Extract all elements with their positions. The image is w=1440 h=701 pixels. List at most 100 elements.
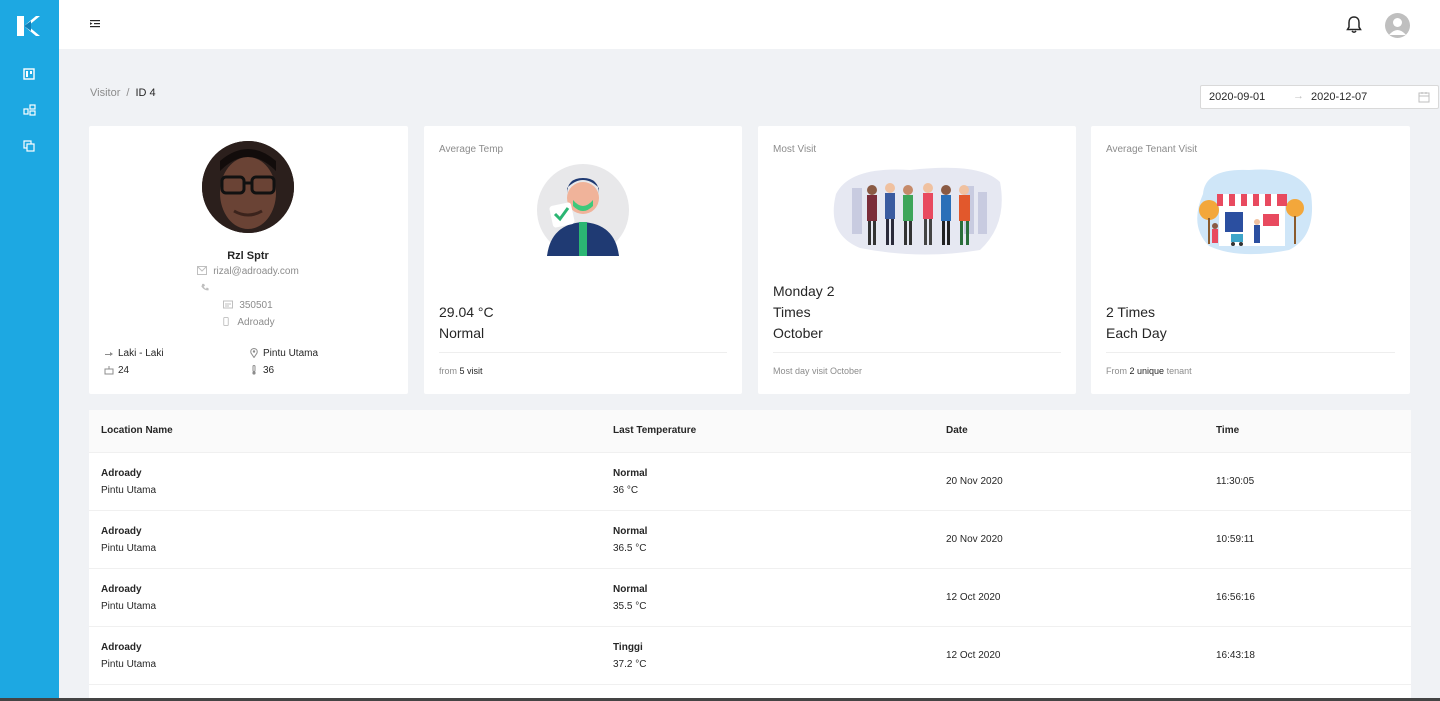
app-logo[interactable] <box>14 14 42 38</box>
profile-age: 24 <box>104 365 129 376</box>
breadcrumb-separator: / <box>126 87 130 99</box>
profile-company-line: Adroady <box>89 317 407 328</box>
row-date: 20 Nov 2020 <box>946 534 1003 545</box>
card-divider <box>1106 352 1395 353</box>
profile-name: Rzl Sptr <box>227 250 269 262</box>
most-visit-card: Most Visit Monday 2 Times October Most d… <box>758 126 1076 394</box>
average-temp-foot-prefix: from <box>439 366 457 376</box>
average-tenant-foot-value: 2 unique <box>1129 366 1165 376</box>
menu-fold-icon[interactable] <box>87 16 103 32</box>
cake-icon <box>104 366 114 375</box>
table-row[interactable]: Adroady Pintu Utama Normal 36 °C 20 Nov … <box>89 453 1411 511</box>
average-temp-footer: from 5 visit <box>439 366 483 376</box>
average-temp-value: 29.04 °C <box>439 304 494 320</box>
most-visit-footer: Most day visit October <box>773 366 863 376</box>
row-date: 20 Nov 2020 <box>946 476 1003 487</box>
row-date: 12 Oct 2020 <box>946 650 1001 661</box>
row-gate: Pintu Utama <box>101 601 157 612</box>
table-row[interactable]: Adroady Pintu Utama Normal 36.5 °C 20 No… <box>89 511 1411 569</box>
profile-temp: 36 <box>249 365 274 376</box>
row-gate: Pintu Utama <box>101 543 157 554</box>
row-date: 12 Oct 2020 <box>946 592 1001 603</box>
row-temp: 36 °C <box>613 485 639 496</box>
sidebar-item-dashboard[interactable] <box>21 66 37 82</box>
profile-gender-value: Laki - Laki <box>118 348 164 359</box>
average-tenant-times: 2 Times <box>1106 304 1156 320</box>
profile-location-value: Pintu Utama <box>263 348 319 359</box>
most-visit-month: October <box>773 325 823 341</box>
man-icon <box>105 352 113 356</box>
dashboard-icon <box>23 68 35 80</box>
profile-card: Rzl Sptr rizal@adroady.com 350501 Adroad… <box>89 126 408 394</box>
row-status: Tinggi <box>613 642 643 653</box>
table-row[interactable]: Adroady Pintu Utama Normal 35.5 °C 12 Oc… <box>89 569 1411 627</box>
average-tenant-foot-prefix: From <box>1106 366 1127 376</box>
bell-icon[interactable] <box>1344 15 1364 35</box>
average-tenant-title: Average Tenant Visit <box>1106 144 1198 155</box>
cluster-icon <box>22 104 36 116</box>
visit-history-table: Location Name Last Temperature Date Time… <box>89 410 1411 701</box>
mobile-icon <box>223 317 230 326</box>
date-range-start[interactable]: 2020-09-01 <box>1209 91 1265 103</box>
column-last-temperature[interactable]: Last Temperature <box>613 425 696 436</box>
thermometer-icon <box>252 365 256 375</box>
row-gate: Pintu Utama <box>101 485 157 496</box>
row-gate: Pintu Utama <box>101 659 157 670</box>
average-temp-card: Average Temp 29.04 °C Normal from 5 visi… <box>424 126 742 394</box>
sidebar-item-copy[interactable] <box>21 138 37 154</box>
breadcrumb-parent[interactable]: Visitor <box>90 87 120 99</box>
profile-email: rizal@adroady.com <box>213 266 299 277</box>
sidebar-item-cluster[interactable] <box>21 102 37 118</box>
row-location: Adroady <box>101 526 142 537</box>
user-avatar-icon[interactable] <box>1385 13 1410 38</box>
calendar-icon <box>1418 92 1430 103</box>
row-status: Normal <box>613 584 648 595</box>
breadcrumb: Visitor / ID 4 <box>90 87 156 99</box>
average-tenant-period: Each Day <box>1106 325 1167 341</box>
location-icon <box>250 348 258 358</box>
average-tenant-foot-suffix: tenant <box>1166 366 1192 376</box>
sidebar <box>0 0 59 701</box>
row-location: Adroady <box>101 584 142 595</box>
date-range-picker[interactable]: 2020-09-01 → 2020-12-07 <box>1200 85 1439 109</box>
mail-icon <box>197 266 208 275</box>
row-time: 16:56:16 <box>1216 592 1255 603</box>
phone-icon <box>201 283 209 291</box>
crowd-illustration <box>833 167 1002 255</box>
top-header <box>59 0 1440 49</box>
shop-illustration <box>1197 169 1313 255</box>
date-range-end[interactable]: 2020-12-07 <box>1311 91 1367 103</box>
most-visit-day: Monday 2 <box>773 283 835 299</box>
card-divider <box>773 352 1061 353</box>
row-time: 11:30:05 <box>1216 476 1255 487</box>
breadcrumb-current: ID 4 <box>135 87 156 99</box>
copy-icon <box>23 140 35 152</box>
profile-photo <box>202 141 294 233</box>
row-temp: 37.2 °C <box>613 659 647 670</box>
profile-gender: Laki - Laki <box>104 348 164 359</box>
row-location: Adroady <box>101 468 142 479</box>
row-temp: 35.5 °C <box>613 601 647 612</box>
table-header: Location Name Last Temperature Date Time <box>89 410 1411 453</box>
average-tenant-footer: From 2 unique tenant <box>1106 366 1192 376</box>
profile-company: Adroady <box>237 317 275 328</box>
table-row[interactable]: Adroady Pintu Utama Tinggi 37.2 °C 12 Oc… <box>89 627 1411 685</box>
profile-phone-line <box>49 283 367 294</box>
card-divider <box>439 352 727 353</box>
profile-temp-value: 36 <box>263 365 275 376</box>
date-range-arrow: → <box>1293 90 1304 102</box>
column-time[interactable]: Time <box>1216 425 1239 436</box>
profile-email-line: rizal@adroady.com <box>89 266 407 277</box>
row-time: 16:43:18 <box>1216 650 1255 661</box>
average-tenant-card: Average Tenant Visit 2 Times Each Day Fr… <box>1091 126 1410 394</box>
idcard-icon <box>223 300 234 309</box>
row-status: Normal <box>613 468 648 479</box>
column-location-name[interactable]: Location Name <box>101 425 173 436</box>
row-status: Normal <box>613 526 648 537</box>
profile-location: Pintu Utama <box>249 348 318 359</box>
average-temp-foot-value: 5 visit <box>459 366 483 376</box>
column-date[interactable]: Date <box>946 425 968 436</box>
masked-person-illustration <box>537 164 629 256</box>
row-time: 10:59:11 <box>1216 534 1255 545</box>
average-temp-status: Normal <box>439 325 485 341</box>
